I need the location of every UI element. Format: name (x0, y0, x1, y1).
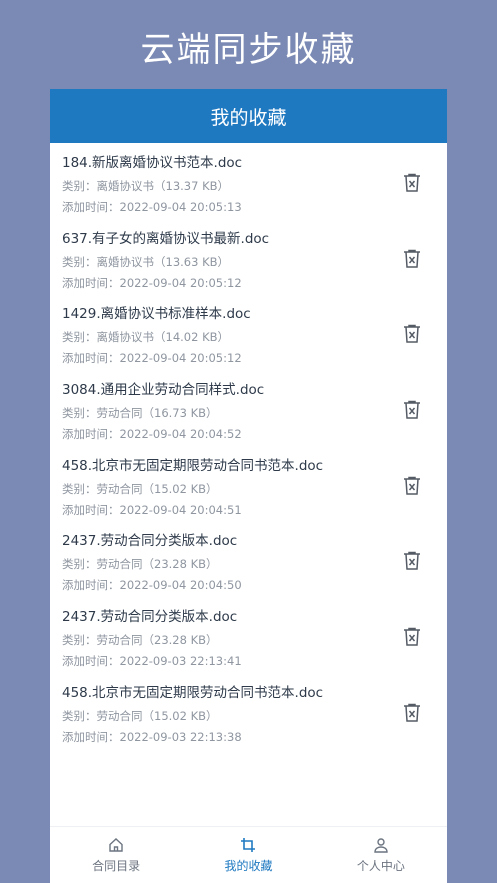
item-time: 添加时间：2022-09-03 22:13:41 (62, 654, 242, 668)
item-name: 637.有子女的离婚协议书最新.doc (62, 231, 270, 247)
delete-icon[interactable] (403, 476, 421, 496)
tab-profile[interactable]: 个人中心 (315, 827, 447, 883)
item-category: 类别：劳动合同（23.28 KB） (62, 557, 218, 571)
item-category: 类别：劳动合同（15.02 KB） (62, 709, 218, 723)
item-name: 458.北京市无固定期限劳动合同书范本.doc (62, 458, 324, 474)
item-time: 添加时间：2022-09-03 22:13:38 (62, 730, 242, 744)
item-category: 类别：离婚协议书（13.63 KB） (62, 255, 230, 269)
item-name: 1429.离婚协议书标准样本.doc (62, 306, 251, 322)
user-icon (374, 837, 388, 853)
tab-bar: 合同目录 我的收藏 个人中心 (50, 826, 447, 883)
delete-icon[interactable] (403, 173, 421, 193)
list-item[interactable]: 3084.通用企业劳动合同样式.doc 类别：劳动合同（16.73 KB） 添加… (50, 378, 447, 453)
list-item[interactable]: 2437.劳动合同分类版本.doc 类别：劳动合同（23.28 KB） 添加时间… (50, 529, 447, 604)
delete-icon[interactable] (403, 324, 421, 344)
tab-contracts[interactable]: 合同目录 (50, 827, 182, 883)
item-name: 2437.劳动合同分类版本.doc (62, 609, 238, 625)
list-item[interactable]: 184.新版离婚协议书范本.doc 类别：离婚协议书（13.37 KB） 添加时… (50, 151, 447, 226)
item-time: 添加时间：2022-09-04 20:04:52 (62, 427, 242, 441)
item-time: 添加时间：2022-09-04 20:04:50 (62, 578, 242, 592)
tab-label: 合同目录 (92, 858, 141, 873)
delete-icon[interactable] (403, 627, 421, 647)
item-time: 添加时间：2022-09-04 20:04:51 (62, 503, 242, 517)
item-category: 类别：劳动合同（23.28 KB） (62, 633, 218, 647)
item-category: 类别：离婚协议书（13.37 KB） (62, 179, 230, 193)
card-title: 我的收藏 (210, 106, 287, 129)
list-item[interactable]: 458.北京市无固定期限劳动合同书范本.doc 类别：劳动合同（15.02 KB… (50, 681, 447, 756)
item-time: 添加时间：2022-09-04 20:05:13 (62, 200, 242, 214)
item-time: 添加时间：2022-09-04 20:05:12 (62, 351, 242, 365)
list-item[interactable]: 2437.劳动合同分类版本.doc 类别：劳动合同（23.28 KB） 添加时间… (50, 605, 447, 680)
item-category: 类别：劳动合同（15.02 KB） (62, 482, 218, 496)
list-item[interactable]: 458.北京市无固定期限劳动合同书范本.doc 类别：劳动合同（15.02 KB… (50, 454, 447, 529)
home-icon (109, 837, 123, 852)
tab-label: 我的收藏 (224, 858, 273, 873)
list-item[interactable]: 637.有子女的离婚协议书最新.doc 类别：离婚协议书（13.63 KB） 添… (50, 227, 447, 302)
favorites-list: 184.新版离婚协议书范本.doc 类别：离婚协议书（13.37 KB） 添加时… (50, 143, 447, 827)
hero-title: 云端同步收藏 (140, 30, 357, 70)
delete-icon[interactable] (403, 551, 421, 571)
crop-icon (241, 837, 256, 852)
item-name: 3084.通用企业劳动合同样式.doc (62, 382, 265, 398)
delete-icon[interactable] (403, 400, 421, 420)
item-category: 类别：劳动合同（16.73 KB） (62, 406, 218, 420)
item-time: 添加时间：2022-09-04 20:05:12 (62, 276, 242, 290)
item-name: 184.新版离婚协议书范本.doc (62, 155, 243, 171)
delete-icon[interactable] (403, 249, 421, 269)
favorites-card: 我的收藏 184.新版离婚协议书范本.doc 类别：离婚协议书（13.37 KB… (50, 89, 447, 883)
item-name: 2437.劳动合同分类版本.doc (62, 533, 238, 549)
item-name: 458.北京市无固定期限劳动合同书范本.doc (62, 685, 324, 701)
tab-favorites[interactable]: 我的收藏 (182, 827, 314, 883)
tab-label: 个人中心 (356, 858, 405, 873)
delete-icon[interactable] (403, 703, 421, 723)
card-header: 我的收藏 (50, 89, 447, 143)
item-category: 类别：离婚协议书（14.02 KB） (62, 330, 230, 344)
list-item[interactable]: 1429.离婚协议书标准样本.doc 类别：离婚协议书（14.02 KB） 添加… (50, 302, 447, 377)
